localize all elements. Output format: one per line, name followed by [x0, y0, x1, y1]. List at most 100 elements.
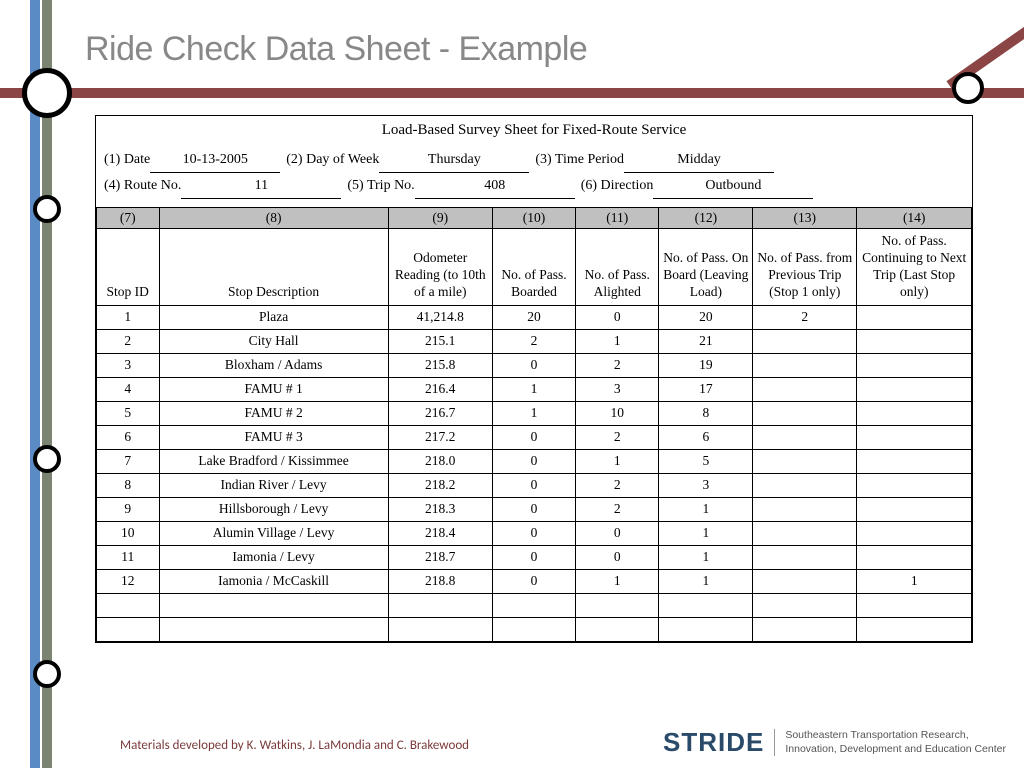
decorative-line-maroon [0, 88, 1024, 98]
col-num: (7) [97, 208, 160, 229]
table-cell: Lake Bradford / Kissimmee [159, 449, 388, 473]
table-cell [857, 377, 972, 401]
table-cell [97, 593, 160, 617]
table-cell: 215.8 [388, 353, 492, 377]
col-num: (8) [159, 208, 388, 229]
table-cell: 3 [659, 473, 753, 497]
data-table: (7)(8)(9)(10)(11)(12)(13)(14) Stop IDSto… [96, 207, 972, 642]
table-cell: FAMU # 1 [159, 377, 388, 401]
table-cell [753, 617, 857, 641]
table-cell: 20 [492, 305, 575, 329]
sheet-title: Load-Based Survey Sheet for Fixed-Route … [96, 116, 972, 143]
table-row: 7Lake Bradford / Kissimmee218.0015 [97, 449, 972, 473]
table-cell [857, 401, 972, 425]
stride-line2: Innovation, Development and Education Ce… [785, 743, 1006, 757]
stride-subtitle: Southeastern Transportation Research, In… [774, 729, 1006, 756]
table-cell: 41,214.8 [388, 305, 492, 329]
table-cell: Bloxham / Adams [159, 353, 388, 377]
page-title: Ride Check Data Sheet - Example [85, 30, 587, 69]
table-cell [753, 401, 857, 425]
table-cell: 1 [576, 329, 659, 353]
table-cell [857, 593, 972, 617]
meta-dow-label: (2) Day of Week [286, 147, 379, 172]
table-cell: 11 [97, 545, 160, 569]
transit-node-icon [33, 660, 61, 688]
table-cell: 5 [97, 401, 160, 425]
col-num: (14) [857, 208, 972, 229]
table-cell: 2 [576, 353, 659, 377]
table-cell: Iamonia / Levy [159, 545, 388, 569]
meta-route-label: (4) Route No. [104, 173, 181, 198]
table-cell: 1 [576, 569, 659, 593]
table-cell: 19 [659, 353, 753, 377]
table-cell: 2 [753, 305, 857, 329]
table-cell: 218.8 [388, 569, 492, 593]
table-cell: 0 [492, 353, 575, 377]
col-num: (12) [659, 208, 753, 229]
table-cell: 2 [576, 425, 659, 449]
meta-dir-label: (6) Direction [581, 173, 654, 198]
stride-logo-text: STRIDE [663, 727, 764, 758]
table-cell: 0 [492, 569, 575, 593]
table-cell: Plaza [159, 305, 388, 329]
table-cell: 0 [492, 521, 575, 545]
meta-route-value: 11 [181, 173, 341, 199]
table-cell [388, 593, 492, 617]
transit-node-icon [22, 68, 72, 118]
table-cell: 10 [97, 521, 160, 545]
table-cell [857, 353, 972, 377]
table-cell: 0 [492, 449, 575, 473]
table-cell: 218.2 [388, 473, 492, 497]
table-cell [753, 425, 857, 449]
meta-dir-value: Outbound [653, 173, 813, 199]
table-cell: 6 [97, 425, 160, 449]
table-cell: 2 [97, 329, 160, 353]
table-row: 5FAMU # 2216.71108 [97, 401, 972, 425]
table-cell [857, 305, 972, 329]
table-cell: 1 [492, 377, 575, 401]
col-header: No. of Pass. Boarded [492, 229, 575, 306]
transit-node-icon [33, 445, 61, 473]
col-header: No. of Pass. On Board (Leaving Load) [659, 229, 753, 306]
table-cell: 0 [492, 425, 575, 449]
col-header: Stop ID [97, 229, 160, 306]
table-cell: 0 [492, 497, 575, 521]
table-cell [857, 497, 972, 521]
table-cell [753, 497, 857, 521]
col-num: (13) [753, 208, 857, 229]
table-cell: City Hall [159, 329, 388, 353]
table-cell: 1 [659, 521, 753, 545]
table-cell [857, 329, 972, 353]
table-cell: 0 [492, 473, 575, 497]
table-cell: 0 [576, 521, 659, 545]
table-cell: 218.4 [388, 521, 492, 545]
sheet-metadata: (1) Date10-13-2005 (2) Day of WeekThursd… [96, 143, 972, 207]
table-cell [753, 449, 857, 473]
table-cell [659, 617, 753, 641]
transit-node-icon [33, 195, 61, 223]
table-cell: 4 [97, 377, 160, 401]
table-row: 6FAMU # 3217.2026 [97, 425, 972, 449]
table-cell: 8 [659, 401, 753, 425]
table-cell: 2 [576, 473, 659, 497]
table-cell: 0 [492, 545, 575, 569]
table-row: 8Indian River / Levy218.2023 [97, 473, 972, 497]
table-cell [492, 593, 575, 617]
table-row: 12Iamonia / McCaskill218.80111 [97, 569, 972, 593]
table-cell: Indian River / Levy [159, 473, 388, 497]
table-cell: 1 [857, 569, 972, 593]
table-row: 9Hillsborough / Levy218.3021 [97, 497, 972, 521]
stride-line1: Southeastern Transportation Research, [785, 729, 1006, 743]
table-cell [753, 353, 857, 377]
table-cell: 21 [659, 329, 753, 353]
table-cell: 218.3 [388, 497, 492, 521]
table-cell: 217.2 [388, 425, 492, 449]
table-cell [753, 377, 857, 401]
table-row: 11Iamonia / Levy218.7001 [97, 545, 972, 569]
table-cell: FAMU # 3 [159, 425, 388, 449]
table-cell: FAMU # 2 [159, 401, 388, 425]
table-cell: 216.4 [388, 377, 492, 401]
table-cell: 20 [659, 305, 753, 329]
table-cell: 215.1 [388, 329, 492, 353]
table-cell: Alumin Village / Levy [159, 521, 388, 545]
